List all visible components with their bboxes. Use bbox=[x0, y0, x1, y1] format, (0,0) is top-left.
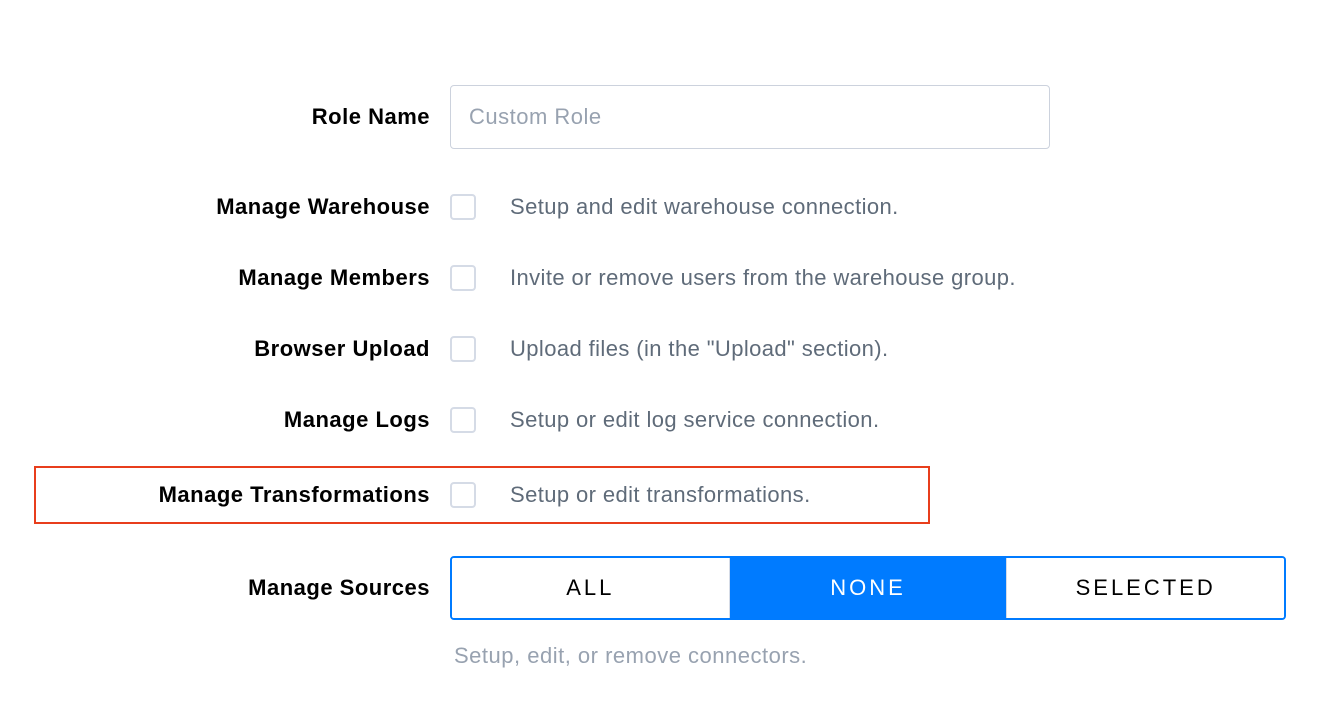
checkbox-manage-members[interactable] bbox=[450, 265, 476, 291]
row-browser-upload: Browser Upload Upload files (in the "Upl… bbox=[40, 336, 1344, 362]
row-manage-logs: Manage Logs Setup or edit log service co… bbox=[40, 407, 1344, 433]
desc-manage-sources: Setup, edit, or remove connectors. bbox=[40, 643, 1344, 669]
checkbox-manage-warehouse[interactable] bbox=[450, 194, 476, 220]
row-manage-sources: Manage Sources ALL NONE SELECTED bbox=[40, 556, 1344, 620]
checkbox-manage-logs[interactable] bbox=[450, 407, 476, 433]
label-role-name: Role Name bbox=[40, 104, 440, 130]
label-browser-upload: Browser Upload bbox=[40, 336, 440, 362]
row-role-name: Role Name bbox=[40, 85, 1344, 149]
desc-browser-upload: Upload files (in the "Upload" section). bbox=[510, 336, 889, 362]
seg-selected[interactable]: SELECTED bbox=[1007, 558, 1284, 618]
desc-manage-members: Invite or remove users from the warehous… bbox=[510, 265, 1016, 291]
row-manage-members: Manage Members Invite or remove users fr… bbox=[40, 265, 1344, 291]
label-manage-logs: Manage Logs bbox=[40, 407, 440, 433]
label-manage-members: Manage Members bbox=[40, 265, 440, 291]
desc-manage-logs: Setup or edit log service connection. bbox=[510, 407, 879, 433]
seg-none[interactable]: NONE bbox=[730, 558, 1008, 618]
role-name-input[interactable] bbox=[450, 85, 1050, 149]
label-manage-warehouse: Manage Warehouse bbox=[40, 194, 440, 220]
row-manage-sources-desc: Setup, edit, or remove connectors. bbox=[40, 643, 1344, 669]
row-manage-warehouse: Manage Warehouse Setup and edit warehous… bbox=[40, 194, 1344, 220]
role-form: Role Name Manage Warehouse Setup and edi… bbox=[0, 0, 1344, 669]
label-manage-transformations: Manage Transformations bbox=[40, 482, 440, 508]
checkbox-browser-upload[interactable] bbox=[450, 336, 476, 362]
desc-manage-warehouse: Setup and edit warehouse connection. bbox=[510, 194, 899, 220]
row-manage-transformations: Manage Transformations Setup or edit tra… bbox=[34, 466, 930, 524]
checkbox-manage-transformations[interactable] bbox=[450, 482, 476, 508]
segmented-manage-sources: ALL NONE SELECTED bbox=[450, 556, 1286, 620]
desc-manage-transformations: Setup or edit transformations. bbox=[510, 482, 811, 508]
seg-all[interactable]: ALL bbox=[452, 558, 730, 618]
label-manage-sources: Manage Sources bbox=[40, 575, 440, 601]
